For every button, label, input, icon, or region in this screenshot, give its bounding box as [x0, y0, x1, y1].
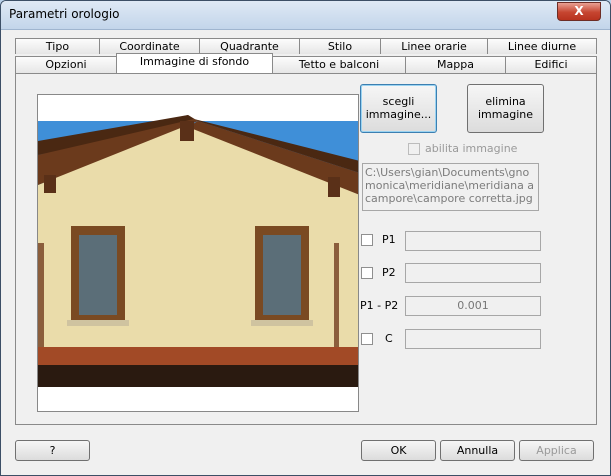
dialog-window: Parametri orologio X Tipo Coordinate Qua…	[0, 0, 611, 476]
tab-opzioni[interactable]: Opzioni	[15, 56, 117, 73]
p2-checkbox[interactable]	[361, 267, 373, 279]
cancel-button[interactable]: Annulla	[440, 440, 515, 461]
p1-checkbox[interactable]	[361, 234, 373, 246]
remove-image-button[interactable]: elimina immagine	[467, 84, 544, 133]
tab-mappa[interactable]: Mappa	[405, 56, 506, 73]
tab-linee-orarie[interactable]: Linee orarie	[380, 38, 488, 54]
c-checkbox[interactable]	[361, 333, 373, 345]
p1p2-field: 0.001	[405, 296, 541, 316]
tab-linee-diurne[interactable]: Linee diurne	[487, 38, 597, 54]
enable-image-label: abilita immagine	[425, 142, 518, 155]
title-bar: Parametri orologio X	[1, 1, 610, 30]
p1-field[interactable]	[405, 231, 541, 251]
p2-field[interactable]	[405, 263, 541, 283]
choose-image-label: scegli immagine...	[365, 95, 432, 121]
close-button[interactable]: X	[557, 2, 601, 21]
tab-tipo[interactable]: Tipo	[15, 38, 100, 54]
tab-edifici[interactable]: Edifici	[505, 56, 597, 73]
tab-panel-immagine-di-sfondo: scegli immagine... elimina immagine abil…	[15, 73, 597, 425]
remove-image-label: elimina immagine	[477, 95, 533, 121]
dialog-client: Tipo Coordinate Quadrante Stilo Linee or…	[7, 30, 604, 469]
image-path-field: C:\Users\gian\Documents\gnomonica\meridi…	[362, 163, 539, 211]
p1p2-label: P1 - P2	[360, 299, 399, 312]
house-photo	[38, 95, 358, 411]
choose-image-button[interactable]: scegli immagine...	[360, 84, 437, 133]
p2-label: P2	[382, 266, 396, 279]
tab-tetto-e-balconi[interactable]: Tetto e balconi	[272, 56, 406, 73]
p1-label: P1	[382, 233, 396, 246]
tab-stilo[interactable]: Stilo	[299, 38, 381, 54]
tab-quadrante[interactable]: Quadrante	[199, 38, 300, 54]
image-preview	[37, 94, 359, 412]
enable-image-checkbox[interactable]	[408, 143, 420, 155]
tab-immagine-di-sfondo[interactable]: Immagine di sfondo	[116, 53, 273, 73]
window-title: Parametri orologio	[9, 7, 120, 21]
apply-button[interactable]: Applica	[519, 440, 594, 461]
close-icon: X	[574, 4, 584, 18]
ok-button[interactable]: OK	[361, 440, 436, 461]
c-label: C	[385, 332, 393, 345]
c-field[interactable]	[405, 329, 541, 349]
help-button[interactable]: ?	[15, 440, 90, 461]
tab-coordinate[interactable]: Coordinate	[99, 38, 200, 54]
